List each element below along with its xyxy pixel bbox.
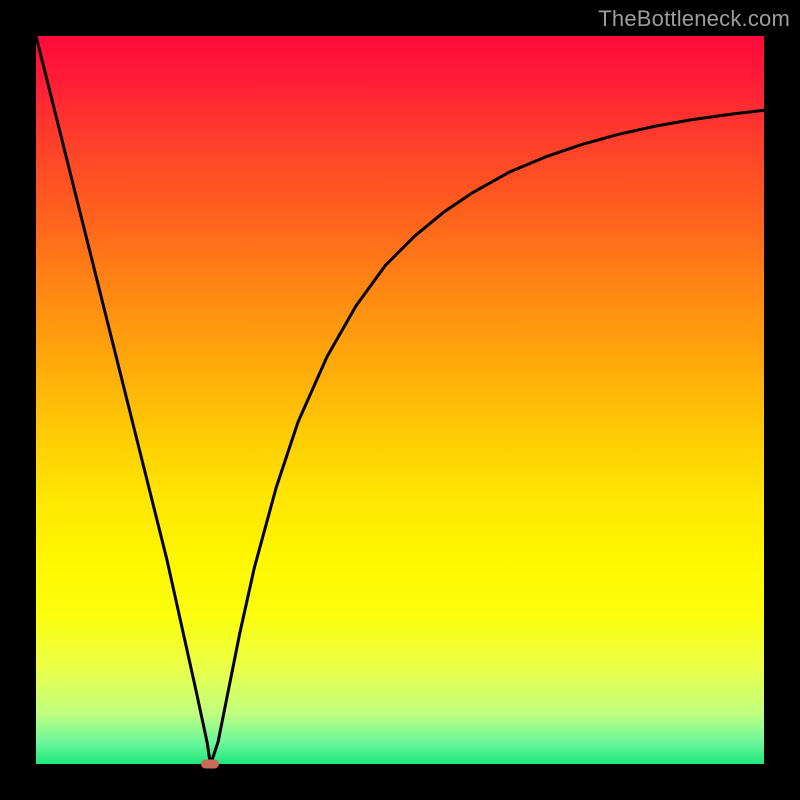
chart-frame: TheBottleneck.com <box>0 0 800 800</box>
curve-svg <box>36 36 764 764</box>
optimum-marker <box>201 760 219 769</box>
bottleneck-curve <box>36 36 764 764</box>
chart-plot-area <box>36 36 764 764</box>
watermark-label: TheBottleneck.com <box>598 6 790 32</box>
